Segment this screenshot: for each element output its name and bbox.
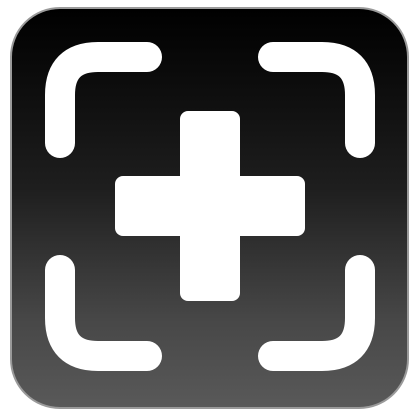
app-icon-stage [0,0,420,420]
app-icon-tile[interactable] [10,7,409,409]
